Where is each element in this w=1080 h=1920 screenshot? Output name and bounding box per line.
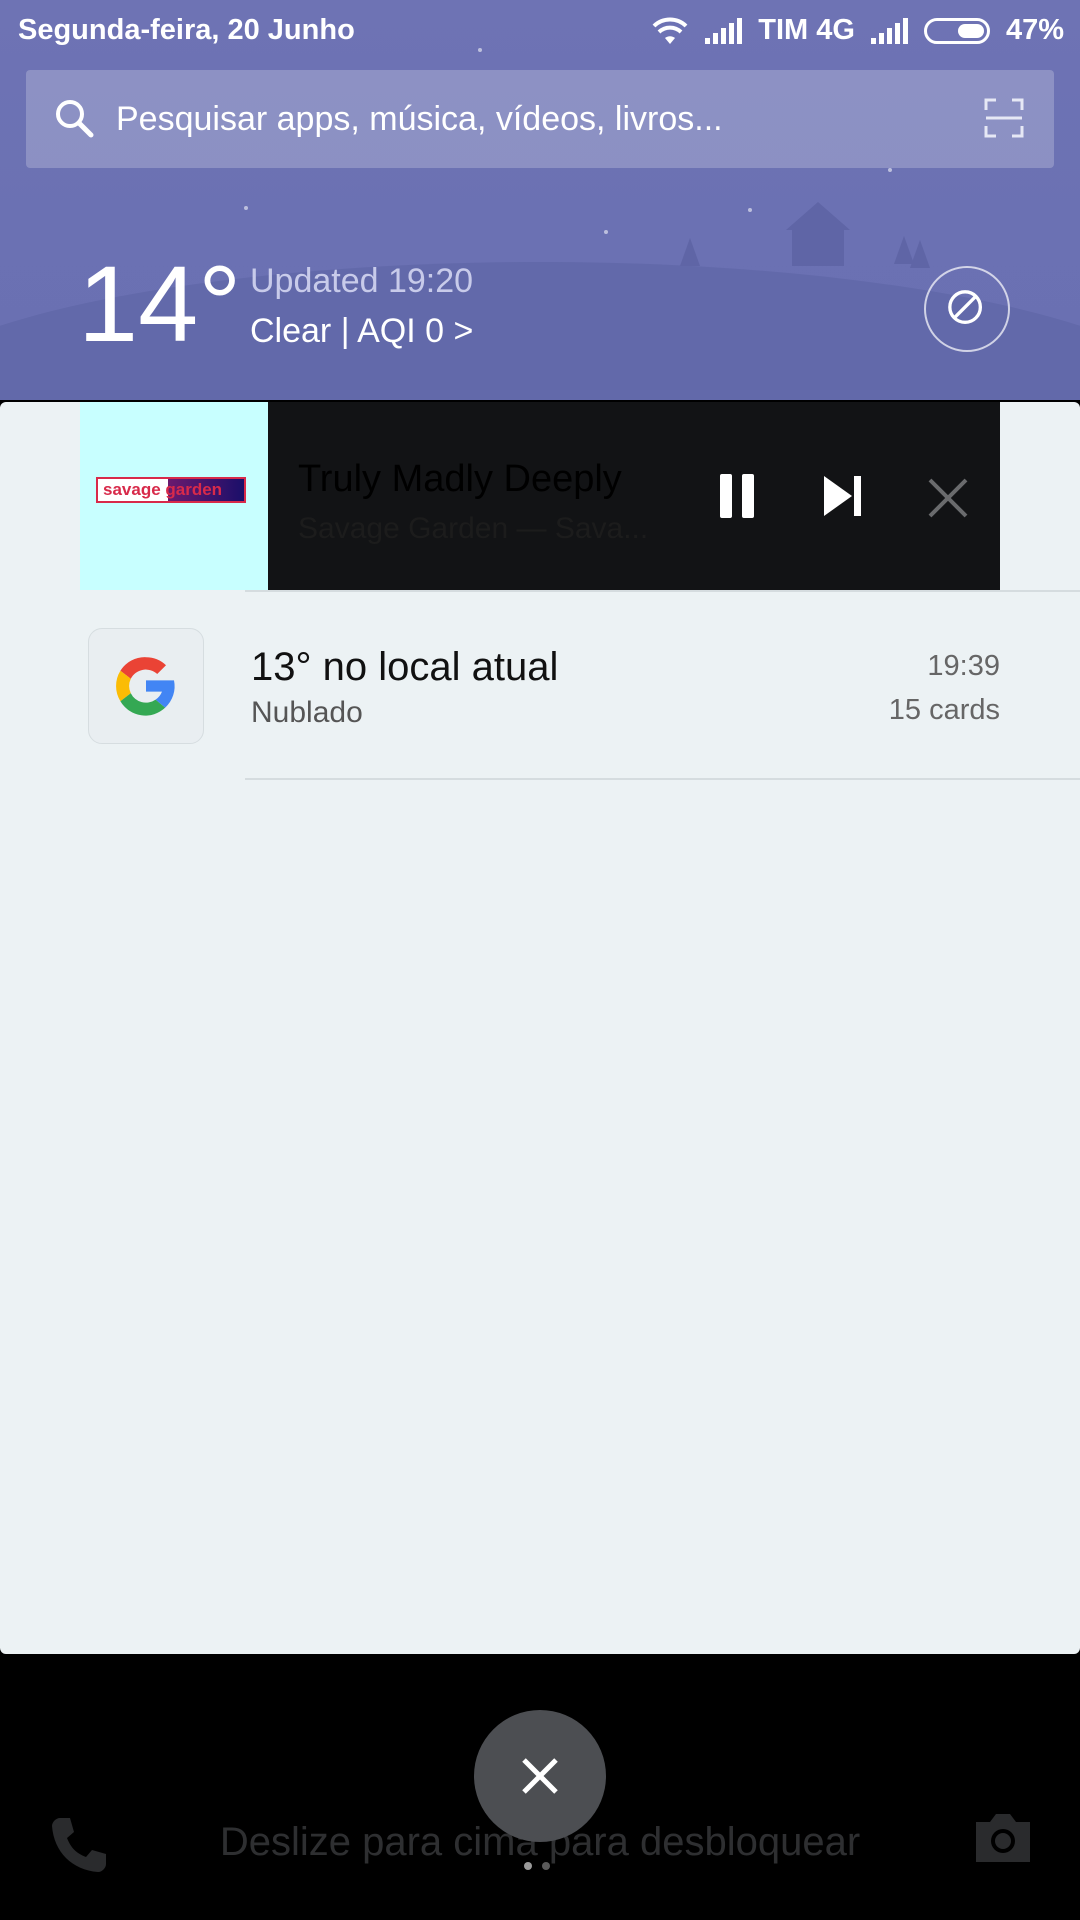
next-track-button[interactable] [820,474,864,518]
tree-decoration [680,238,700,266]
media-title: Truly Madly Deeply [298,458,622,500]
media-notification[interactable]: savage garden Truly Madly Deeply Savage … [80,402,1000,590]
signal-icon [705,17,743,44]
pause-icon [720,474,732,518]
notification-panel: savage garden Truly Madly Deeply Savage … [0,402,1080,1654]
weather-updated: Updated 19:20 [250,262,474,300]
album-art: savage garden [80,402,268,590]
album-logo: savage garden [96,477,246,503]
google-app-icon [88,628,204,744]
battery-percent: 47% [1005,14,1064,46]
block-icon [948,290,983,325]
star-decoration [888,168,892,172]
notification-time: 19:39 [927,650,1000,682]
star-decoration [604,230,608,234]
wifi-icon [652,17,688,44]
search-bar[interactable]: Pesquisar apps, música, vídeos, livros..… [26,70,1054,168]
close-media-button[interactable] [926,476,970,520]
weather-condition[interactable]: Clear | AQI 0 > [250,312,473,351]
temperature[interactable]: 14° [78,250,241,358]
status-icons: TIM 4G 47% [651,14,1064,47]
weather-header: Segunda-feira, 20 Junho TIM 4G 47% Pesqu… [0,0,1080,400]
notification-title: 13° no local atual [251,645,559,689]
page-dot [542,1862,550,1870]
search-icon [56,100,94,138]
carrier-label: TIM 4G [758,14,855,46]
block-button[interactable] [924,266,1010,352]
close-icon [522,1758,558,1794]
divider [245,778,1080,780]
scan-icon[interactable] [984,98,1024,138]
battery-icon [923,17,990,44]
page-indicator [524,1862,550,1870]
page-dot-active [524,1862,532,1870]
signal-icon-2 [870,17,908,44]
google-notification[interactable]: 13° no local atual Nublado 19:39 15 card… [0,590,1080,780]
status-bar: Segunda-feira, 20 Junho TIM 4G 47% [0,0,1080,62]
media-artist: Savage Garden — Sava... [298,512,649,545]
notification-cards: 15 cards [888,694,1000,726]
tree-decoration [910,240,930,268]
clear-notifications-button[interactable] [474,1710,606,1842]
search-input[interactable]: Pesquisar apps, música, vídeos, livros..… [116,100,723,139]
notification-subtitle: Nublado [251,696,363,729]
star-decoration [244,206,248,210]
camera-icon[interactable] [972,1810,1034,1866]
pause-button[interactable] [716,474,760,518]
star-decoration [748,208,752,212]
status-date: Segunda-feira, 20 Junho [18,14,355,46]
google-icon [116,657,175,716]
house-decoration-body [792,226,844,266]
